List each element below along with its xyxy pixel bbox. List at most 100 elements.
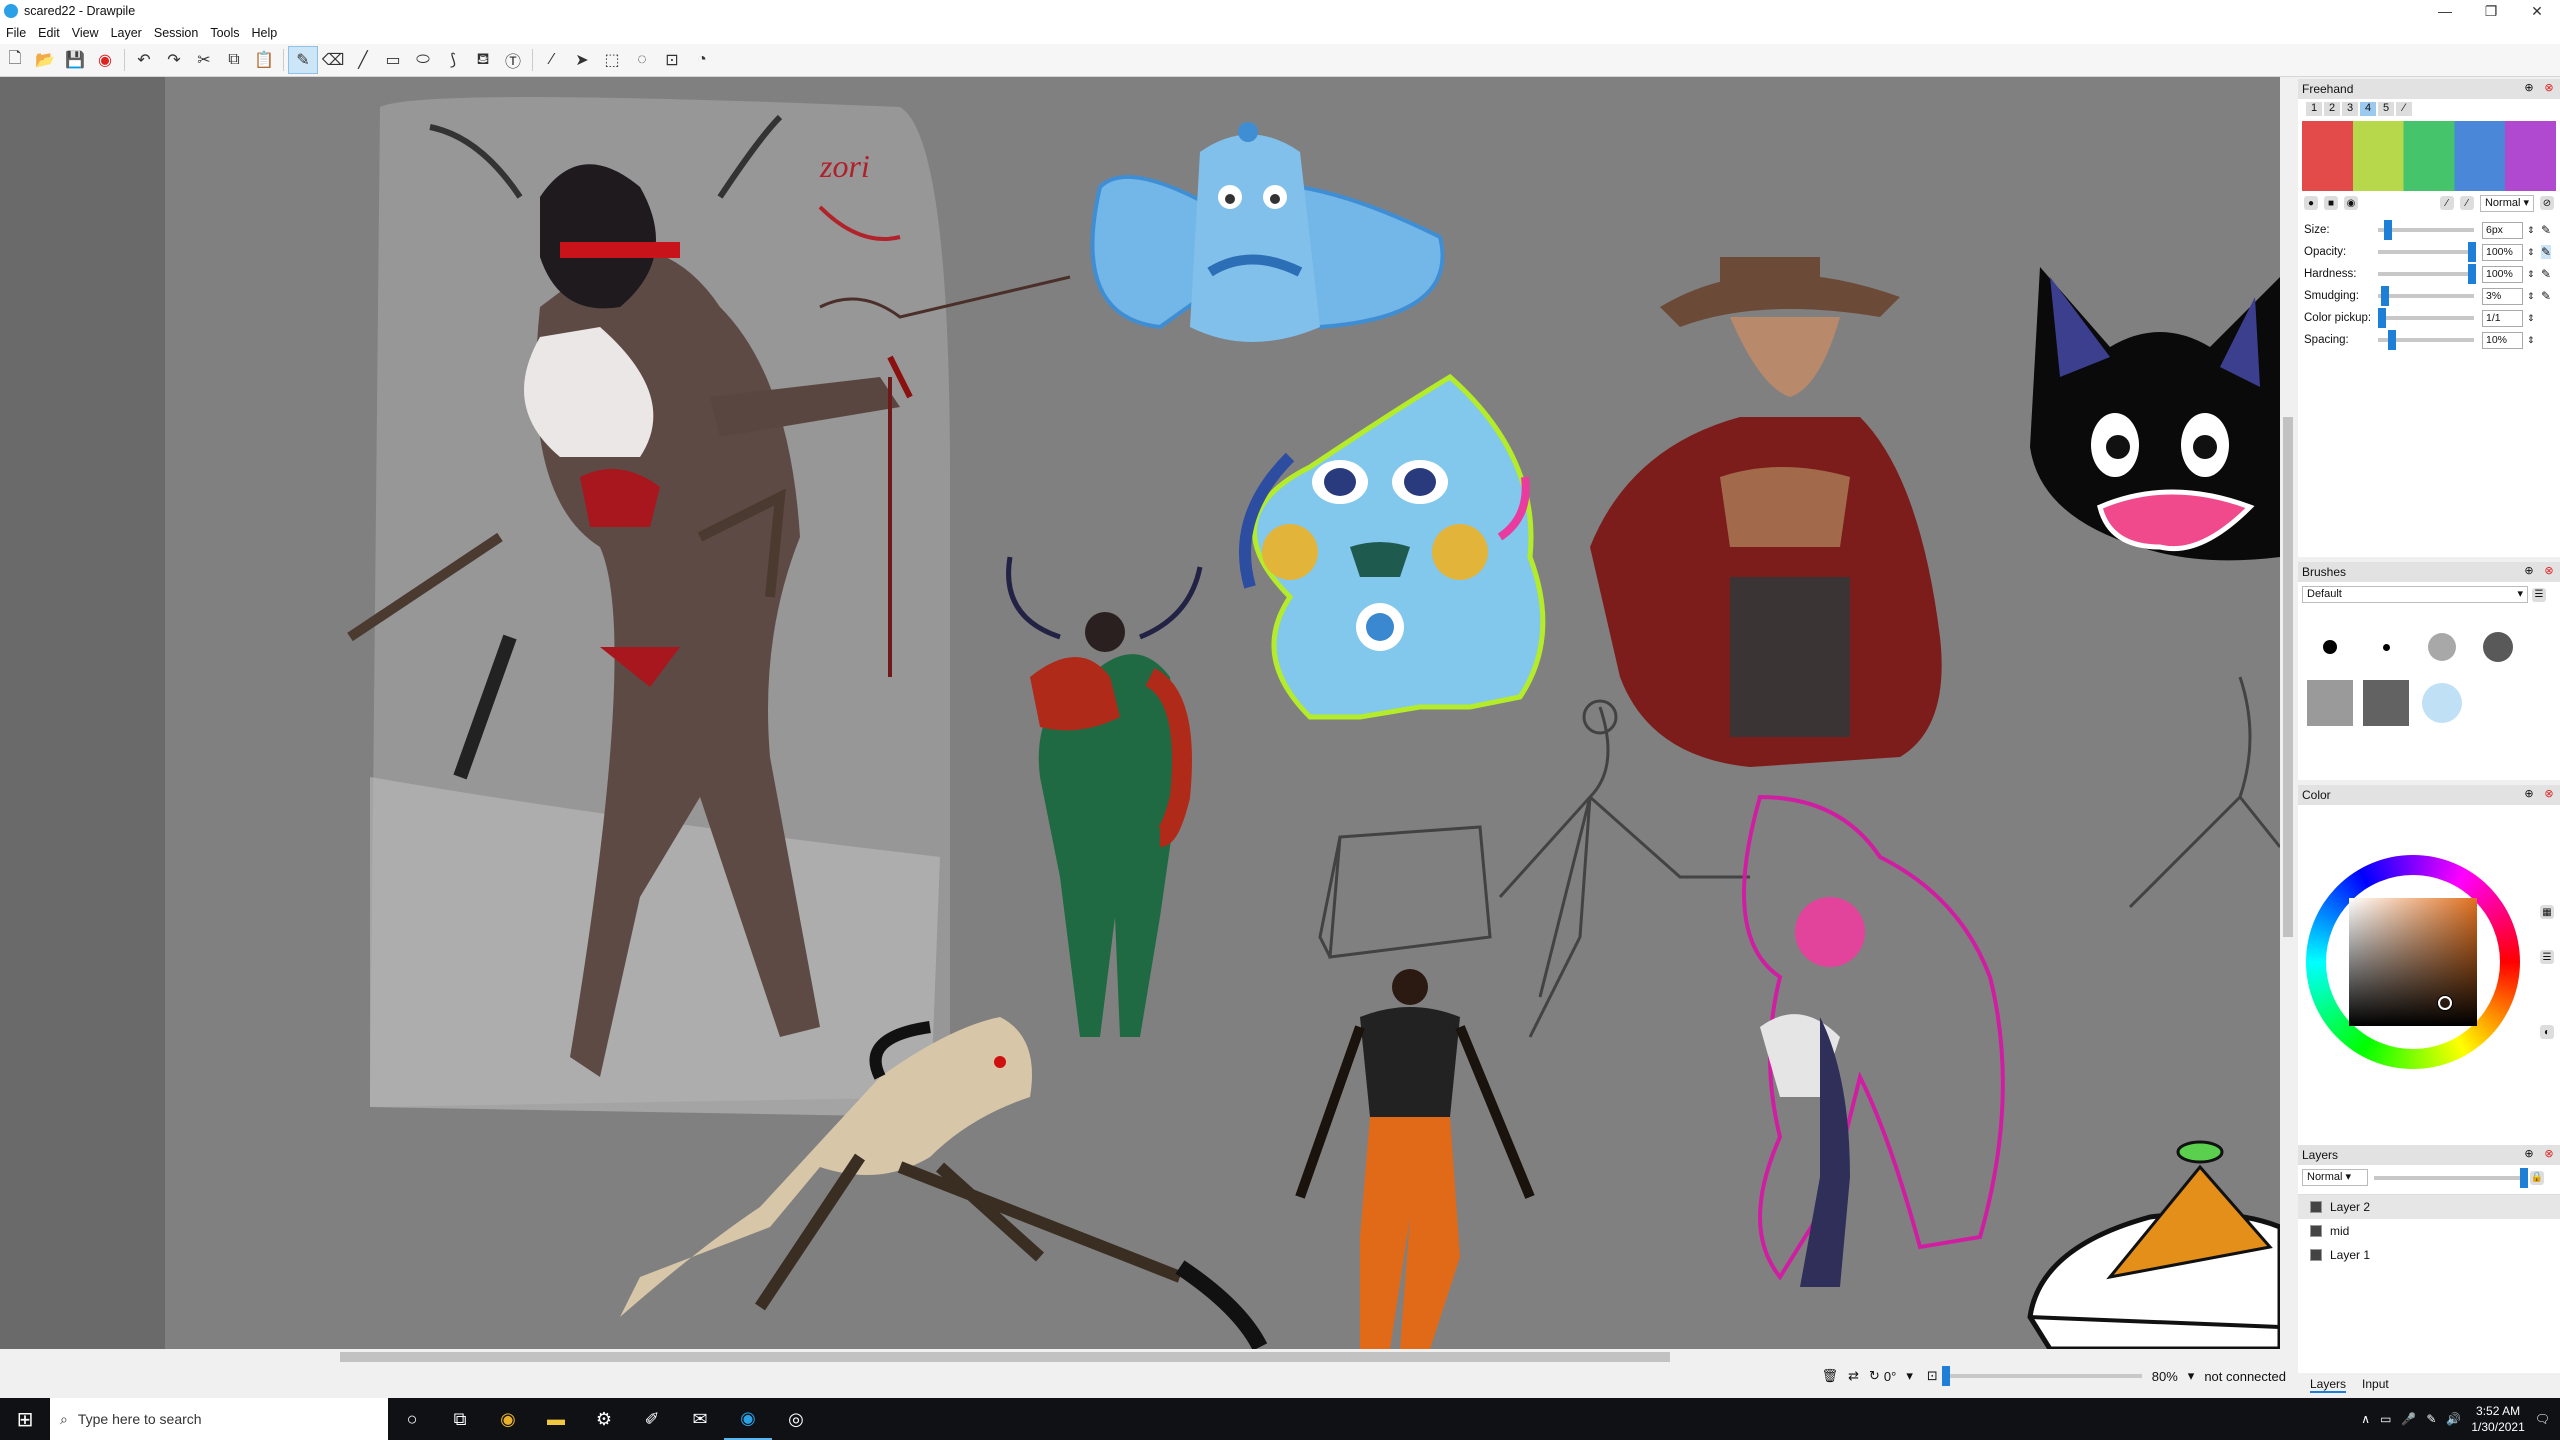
fill-bucket-icon[interactable]: ⛾: [468, 46, 498, 74]
rectangle-tool-icon[interactable]: ▭: [378, 46, 408, 74]
spacing-slider[interactable]: [2378, 330, 2474, 350]
close-dock-icon[interactable]: ⊗: [2542, 564, 2556, 578]
hardness-value[interactable]: 100%: [2482, 265, 2523, 283]
blend-mode-select[interactable]: Normal ▾: [2479, 194, 2534, 212]
horizontal-scroll-thumb[interactable]: [340, 1352, 1670, 1362]
slot-2-tab[interactable]: 2: [2324, 102, 2340, 116]
laser-pointer-icon[interactable]: ➤: [567, 46, 597, 74]
color-pickup-slider-handle[interactable]: [2378, 308, 2386, 328]
layer-visibility-checkbox[interactable]: [2310, 1249, 2322, 1261]
square-brush-icon[interactable]: ■: [2324, 196, 2338, 210]
size-value[interactable]: 6px: [2482, 221, 2523, 239]
menu-session[interactable]: Session: [148, 26, 204, 40]
opacity-spinner[interactable]: ⇕: [2527, 247, 2537, 258]
slot-3-tab[interactable]: 3: [2342, 102, 2358, 116]
copy-icon[interactable]: ⧉: [219, 46, 249, 74]
start-menu-icon[interactable]: ⊞: [0, 1407, 50, 1432]
canvas-vertical-scrollbar[interactable]: [2280, 77, 2296, 1349]
zoom-slider-handle[interactable]: [1941, 1366, 1950, 1386]
drawpile-taskbar-icon[interactable]: ◉: [724, 1398, 772, 1440]
notifications-icon[interactable]: 🗨: [2535, 1412, 2550, 1426]
palette-icon[interactable]: ▦: [2540, 905, 2554, 919]
smudging-slider-handle[interactable]: [2381, 286, 2389, 306]
brush-preset-soft-gray[interactable]: [2414, 619, 2470, 675]
size-pressure-icon[interactable]: ✎: [2541, 223, 2551, 237]
color-picker-icon[interactable]: ⁄: [537, 46, 567, 74]
hardness-slider[interactable]: [2378, 264, 2476, 284]
brush-preset-light-blue[interactable]: [2414, 675, 2470, 731]
slot-4-tab[interactable]: 4: [2360, 102, 2376, 116]
tray-chevron-icon[interactable]: ∧: [2361, 1412, 2370, 1426]
annotation-text-icon[interactable]: Ⓣ: [498, 46, 528, 74]
fit-view-icon[interactable]: ⊡: [1927, 1368, 1938, 1384]
rotation-dropdown-icon[interactable]: ▾: [1906, 1368, 1913, 1384]
brush-preset-select[interactable]: Default ▾: [2302, 586, 2528, 603]
color-pickup-spinner[interactable]: ⇕: [2527, 313, 2537, 324]
trash-icon[interactable]: 🗑: [1822, 1368, 1839, 1384]
lock-layer-icon[interactable]: 🔒: [2530, 1170, 2544, 1185]
file-explorer-icon[interactable]: ▬: [532, 1398, 580, 1440]
flip-icon[interactable]: ⇄: [1848, 1368, 1859, 1384]
menu-view[interactable]: View: [66, 26, 105, 40]
krita-icon[interactable]: ✐: [628, 1398, 676, 1440]
float-dock-icon[interactable]: ⊕: [2522, 1147, 2536, 1161]
size-slider[interactable]: [2378, 220, 2474, 240]
smudging-value[interactable]: 3%: [2482, 287, 2523, 305]
line-tool-icon[interactable]: ╱: [348, 46, 378, 74]
rect-select-icon[interactable]: ⬚: [597, 46, 627, 74]
float-dock-icon[interactable]: ⊕: [2522, 81, 2536, 95]
hardness-spinner[interactable]: ⇕: [2527, 269, 2537, 280]
brush-preset-small-hard[interactable]: [2358, 619, 2414, 675]
close-dock-icon[interactable]: ⊗: [2542, 1147, 2556, 1161]
round-brush-icon[interactable]: ●: [2304, 196, 2318, 210]
color-saturation-square[interactable]: [2349, 898, 2477, 1026]
chrome-icon[interactable]: ◉: [484, 1398, 532, 1440]
pen-icon[interactable]: ✎: [2426, 1412, 2436, 1426]
spacing-spinner[interactable]: ⇕: [2527, 335, 2537, 346]
slot-5-tab[interactable]: 5: [2378, 102, 2394, 116]
layer-opacity-handle[interactable]: [2520, 1167, 2528, 1188]
network-icon[interactable]: ▭: [2380, 1412, 2391, 1426]
ellipse-tool-icon[interactable]: ⬭: [408, 46, 438, 74]
brush-preset-square-dark[interactable]: [2358, 675, 2414, 731]
opacity-value[interactable]: 100%: [2482, 243, 2523, 261]
menu-file[interactable]: File: [0, 26, 32, 40]
volume-icon[interactable]: 🔊: [2446, 1412, 2461, 1426]
eraser-slot-icon[interactable]: ⁄: [2396, 102, 2412, 116]
smudging-pressure-icon[interactable]: ✎: [2541, 289, 2551, 303]
smudging-spinner[interactable]: ⇕: [2527, 291, 2537, 302]
float-dock-icon[interactable]: ⊕: [2522, 787, 2536, 801]
record-icon[interactable]: ◉: [90, 46, 120, 74]
spacing-value[interactable]: 10%: [2482, 331, 2523, 349]
color-pickup-slider[interactable]: [2378, 308, 2474, 328]
zoom-slider[interactable]: [1941, 1366, 2142, 1386]
paste-icon[interactable]: 📋: [249, 46, 279, 74]
layer-row[interactable]: Layer 2: [2298, 1195, 2560, 1219]
menu-help[interactable]: Help: [246, 26, 284, 40]
freehand-brush-icon[interactable]: ✎: [288, 46, 318, 74]
soft-brush-icon[interactable]: ◉: [2344, 196, 2358, 210]
open-folder-icon[interactable]: 📂: [30, 46, 60, 74]
bezier-tool-icon[interactable]: ⟆: [438, 46, 468, 74]
layers-dock-tab[interactable]: Layers: [2310, 1377, 2347, 1393]
minimize-button[interactable]: —: [2422, 0, 2468, 22]
mail-icon[interactable]: ✉: [676, 1398, 724, 1440]
clock-date[interactable]: 1/30/2021: [2471, 1419, 2524, 1435]
menu-layer[interactable]: Layer: [105, 26, 148, 40]
task-view-icon[interactable]: ⧉: [436, 1398, 484, 1440]
sliders-icon[interactable]: ☰: [2540, 950, 2554, 964]
input-dock-tab[interactable]: Input: [2362, 1377, 2389, 1393]
float-dock-icon[interactable]: ⊕: [2522, 564, 2536, 578]
cortana-icon[interactable]: ○: [388, 1398, 436, 1440]
zoom-value[interactable]: 80%: [2152, 1369, 2178, 1384]
opacity-slider[interactable]: [2378, 242, 2476, 262]
microphone-icon[interactable]: 🎤: [2401, 1412, 2416, 1426]
color-wheel-icon[interactable]: ◐: [2540, 1025, 2554, 1039]
zoom-tool-icon[interactable]: ⊡: [657, 46, 687, 74]
color-pickup-value[interactable]: 1/1: [2482, 309, 2523, 327]
close-dock-icon[interactable]: ⊗: [2542, 81, 2556, 95]
close-dock-icon[interactable]: ⊗: [2542, 787, 2556, 801]
hardness-pressure-icon[interactable]: ✎: [2541, 267, 2551, 281]
spacing-slider-handle[interactable]: [2388, 330, 2396, 350]
steam-icon[interactable]: ⚙: [580, 1398, 628, 1440]
